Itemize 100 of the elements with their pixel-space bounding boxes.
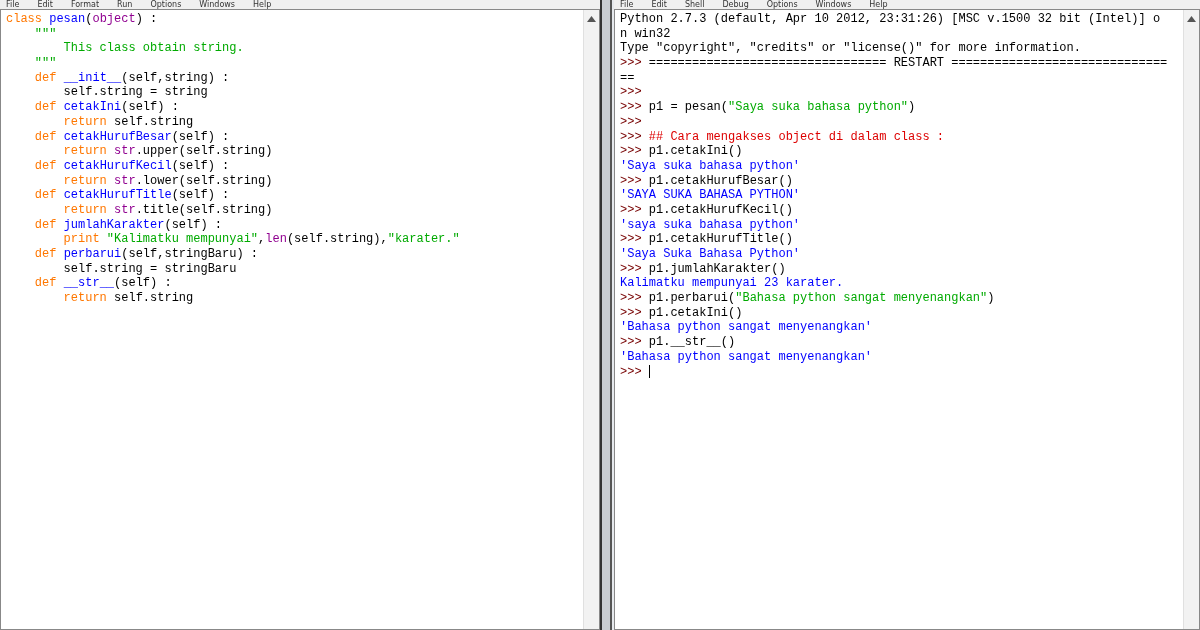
function-name: jumlahKarakter (63, 217, 165, 232)
string-literal: "Bahasa python sangat menyenangkan" (735, 291, 988, 306)
string-literal: """ (34, 26, 57, 41)
menu-item[interactable]: File (620, 0, 634, 9)
shell-output: 'Bahasa python sangat menyenangkan' (620, 349, 873, 364)
shell-output: 'Saya suka bahasa python' (620, 158, 801, 173)
menu-item[interactable]: Format (70, 0, 100, 9)
shell-output: Kalimatku mempunyai 23 karater. (620, 276, 844, 291)
menu-item[interactable]: Shell (684, 0, 705, 9)
string-literal: "Kalimatku mempunyai" (106, 232, 259, 247)
function-name: cetakIni (63, 100, 122, 115)
scroll-up-icon[interactable] (587, 16, 596, 22)
menu-item[interactable]: Windows (199, 0, 236, 9)
shell-prompt: >>> (620, 114, 642, 129)
builtin-name: len (265, 232, 287, 247)
shell-prompt: >>> (620, 335, 642, 350)
menu-item[interactable]: Edit (37, 0, 53, 9)
code-text: self.string (114, 114, 194, 129)
keyword: return (63, 202, 107, 217)
function-name: __str__ (63, 276, 115, 291)
code-text: ) : (135, 12, 158, 26)
code-comment: ## Cara mengakses object di dalam class : (648, 129, 945, 144)
builtin-name: str (114, 202, 136, 217)
text-cursor (648, 364, 650, 378)
code-text: p1.__str__() (648, 335, 736, 350)
code-text: self.string (114, 291, 194, 306)
shell-prompt: >>> (620, 305, 642, 320)
keyword: def (34, 70, 57, 85)
keyword: return (63, 144, 107, 159)
menu-item[interactable]: Help (253, 0, 272, 9)
code-text: (self.string), (286, 232, 388, 247)
menu-item[interactable]: Edit (651, 0, 667, 9)
keyword: def (34, 217, 57, 232)
code-text: .upper(self.string) (135, 144, 273, 159)
shell-prompt: >>> (620, 364, 642, 379)
shell-prompt: >>> (620, 202, 642, 217)
keyword: def (34, 247, 57, 261)
menu-item[interactable]: Options (766, 0, 798, 9)
function-name: __init__ (63, 70, 122, 85)
shell-prompt: >>> (620, 129, 642, 144)
code-text: ) (987, 291, 995, 306)
keyword: class (6, 12, 42, 26)
code-text: n win32 (620, 26, 671, 41)
string-literal: This class obtain string. (63, 41, 244, 56)
keyword: return (63, 173, 107, 188)
menu-item[interactable]: Run (117, 0, 133, 9)
keyword: return (63, 114, 107, 129)
keyword: return (63, 291, 107, 306)
shell-output: 'Saya Suka Bahasa Python' (620, 247, 801, 261)
code-text: (self,stringBaru) : (121, 247, 259, 261)
code-text: p1.cetakHurufKecil() (648, 202, 793, 217)
shell-prompt: >>> (620, 85, 642, 100)
shell-prompt: >>> (620, 232, 642, 247)
code-text: (self) : (164, 217, 223, 232)
string-literal: """ (34, 56, 57, 71)
code-text: p1.cetakIni() (648, 144, 743, 159)
code-text: p1.cetakHurufBesar() (648, 173, 793, 188)
code-text: p1.cetakHurufTitle() (648, 232, 793, 247)
keyword: def (34, 188, 57, 203)
code-text: (self) : (114, 276, 172, 291)
menu-item[interactable]: Windows (815, 0, 852, 9)
function-name: cetakHurufBesar (63, 129, 172, 144)
code-text: (self) : (171, 188, 230, 203)
shell-prompt: >>> (620, 291, 642, 306)
code-text: p1 = pesan( (648, 100, 729, 115)
menu-item[interactable]: Help (869, 0, 888, 9)
shell-prompt: >>> (620, 100, 642, 115)
code-text: (self) : (171, 158, 230, 173)
menu-item[interactable]: File (6, 0, 20, 9)
code-text: self.string = stringBaru (63, 261, 237, 276)
function-name: cetakHurufTitle (63, 188, 172, 203)
shell-prompt: >>> (620, 56, 642, 71)
keyword: def (34, 276, 57, 291)
keyword: def (34, 129, 57, 144)
builtin-name: str (114, 173, 136, 188)
menu-item[interactable]: Debug (722, 0, 749, 9)
code-text: == (620, 70, 635, 85)
function-name: cetakHurufKecil (63, 158, 172, 173)
code-text: p1.cetakIni() (648, 305, 743, 320)
shell-output: 'SAYA SUKA BAHASA PYTHON' (620, 188, 801, 203)
shell-prompt: >>> (620, 173, 642, 188)
keyword: def (34, 158, 57, 173)
code-text: , (258, 232, 266, 247)
vertical-scrollbar[interactable] (1183, 10, 1199, 629)
function-name: perbarui (63, 247, 122, 261)
code-text: ================================= RESTART ============================== (648, 56, 1168, 71)
shell-prompt: >>> (620, 144, 642, 159)
menu-item[interactable]: Options (150, 0, 182, 9)
code-text: p1.perbarui( (648, 291, 736, 306)
code-text: (self,string) : (121, 70, 230, 85)
code-text: (self) : (121, 100, 179, 115)
builtin-name: str (114, 144, 136, 159)
keyword: def (34, 100, 57, 115)
vertical-scrollbar[interactable] (583, 10, 599, 629)
shell-output: 'saya suka bahasa python' (620, 217, 801, 232)
builtin-name: object (92, 12, 136, 26)
scroll-up-icon[interactable] (1187, 16, 1196, 22)
code-text: self.string = string (63, 85, 208, 100)
code-text: Type "copyright", "credits" or "license()" for more information. (620, 41, 1081, 56)
shell-output: 'Bahasa python sangat menyenangkan' (620, 320, 873, 335)
